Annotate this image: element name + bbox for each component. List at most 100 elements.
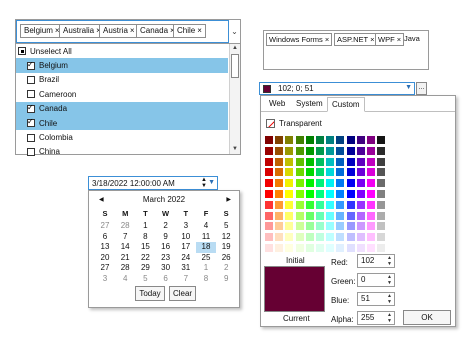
palette-swatch[interactable] [326, 233, 335, 242]
calendar-day[interactable]: 28 [115, 221, 135, 232]
palette-swatch[interactable] [265, 157, 273, 166]
tab-web[interactable]: Web [269, 99, 285, 108]
palette-swatch[interactable] [275, 200, 284, 209]
palette-swatch[interactable] [305, 146, 314, 155]
calendar-day[interactable]: 17 [176, 242, 196, 253]
palette-swatch[interactable] [285, 244, 294, 252]
palette-swatch[interactable] [336, 179, 345, 188]
palette-swatch[interactable] [326, 157, 335, 166]
palette-swatch[interactable] [377, 233, 386, 242]
palette-swatch[interactable] [356, 179, 365, 188]
palette-swatch[interactable] [295, 136, 304, 144]
calendar-day[interactable]: 4 [115, 274, 135, 285]
palette-swatch[interactable] [316, 244, 324, 252]
tag-chip[interactable]: Windows Forms × [266, 33, 333, 46]
tab-system[interactable]: System [296, 99, 323, 108]
palette-swatch[interactable] [326, 190, 335, 198]
palette-swatch[interactable] [356, 136, 365, 144]
palette-swatch[interactable] [336, 244, 345, 252]
palette-swatch[interactable] [346, 157, 355, 166]
palette-swatch[interactable] [377, 190, 386, 198]
calendar-day[interactable]: 13 [95, 242, 115, 253]
chip-belgium[interactable]: Belgium × [20, 24, 64, 38]
calendar-day[interactable]: 2 [156, 221, 176, 232]
list-item[interactable]: Cameroon [16, 87, 228, 101]
palette-swatch[interactable] [316, 179, 324, 188]
palette-swatch[interactable] [295, 190, 304, 198]
partial-checkbox-icon[interactable] [18, 47, 26, 56]
palette-swatch[interactable] [295, 233, 304, 242]
tag-chip[interactable]: WPF × [375, 33, 405, 46]
calendar-day[interactable]: 16 [156, 242, 176, 253]
palette-swatch[interactable] [285, 179, 294, 188]
palette-swatch[interactable] [326, 200, 335, 209]
calendar-day[interactable]: 3 [95, 274, 115, 285]
palette-swatch[interactable] [316, 146, 324, 155]
calendar-day[interactable]: 8 [196, 274, 216, 285]
palette-swatch[interactable] [346, 233, 355, 242]
palette-swatch[interactable] [356, 157, 365, 166]
palette-swatch[interactable] [275, 136, 284, 144]
palette-swatch[interactable] [377, 211, 386, 220]
palette-swatch[interactable] [326, 179, 335, 188]
chip-austria[interactable]: Austria × [99, 24, 139, 38]
chevron-down-icon[interactable]: ▼ [405, 84, 412, 91]
palette-swatch[interactable] [285, 157, 294, 166]
palette-swatch[interactable] [285, 222, 294, 231]
calendar-day[interactable]: 6 [156, 274, 176, 285]
calendar-day[interactable]: 3 [176, 221, 196, 232]
calendar-day[interactable]: 1 [135, 221, 155, 232]
list-item[interactable]: Brazil [16, 73, 228, 87]
palette-swatch[interactable] [377, 157, 386, 166]
palette-swatch[interactable] [346, 200, 355, 209]
month-title[interactable]: March 2022 [89, 195, 239, 207]
checkbox[interactable] [27, 90, 35, 99]
spin-arrows-icon[interactable]: ▲ ▼ [387, 312, 392, 324]
chevron-down-icon[interactable]: ▼ [208, 179, 215, 186]
palette-swatch[interactable] [275, 222, 284, 231]
palette-swatch[interactable] [377, 168, 386, 177]
calendar-day[interactable]: 5 [135, 274, 155, 285]
palette-swatch[interactable] [285, 168, 294, 177]
tag-text-input[interactable]: Java [404, 34, 420, 43]
palette-swatch[interactable] [316, 211, 324, 220]
calendar-day[interactable]: 9 [216, 274, 236, 285]
palette-swatch[interactable] [326, 168, 335, 177]
palette-swatch[interactable] [305, 233, 314, 242]
palette-swatch[interactable] [285, 200, 294, 209]
chevron-down-icon[interactable]: ⌄ [229, 20, 240, 43]
palette-swatch[interactable] [275, 157, 284, 166]
palette-swatch[interactable] [265, 136, 273, 144]
chip-australia[interactable]: Australia× [59, 24, 105, 38]
calendar-day[interactable]: 27 [95, 221, 115, 232]
palette-swatch[interactable] [265, 146, 273, 155]
palette-swatch[interactable] [367, 233, 375, 242]
calendar-day[interactable]: 2 [216, 263, 236, 274]
calendar-day[interactable]: 14 [115, 242, 135, 253]
date-value-text[interactable]: 3/18/2022 12:00:00 AM [92, 179, 175, 188]
palette-swatch[interactable] [305, 190, 314, 198]
next-month-icon[interactable]: ▶ [226, 196, 231, 203]
calendar-day[interactable]: 23 [156, 253, 176, 264]
palette-swatch[interactable] [336, 168, 345, 177]
chip-remove-icon[interactable]: × [325, 35, 329, 44]
palette-swatch[interactable] [356, 222, 365, 231]
palette-swatch[interactable] [265, 179, 273, 188]
palette-swatch[interactable] [336, 211, 345, 220]
palette-swatch[interactable] [346, 179, 355, 188]
palette-swatch[interactable] [265, 233, 273, 242]
calendar-day[interactable]: 4 [196, 221, 216, 232]
scroll-up-icon[interactable]: ▲ [230, 44, 240, 53]
palette-swatch[interactable] [275, 244, 284, 252]
palette-swatch[interactable] [367, 244, 375, 252]
calendar-day[interactable]: 1 [196, 263, 216, 274]
palette-swatch[interactable] [367, 190, 375, 198]
spin-arrows-icon[interactable]: ▲ ▼ [387, 255, 392, 267]
palette-swatch[interactable] [336, 200, 345, 209]
calendar-day[interactable]: 22 [135, 253, 155, 264]
chip-chile[interactable]: Chile × [173, 24, 206, 38]
transparent-option[interactable]: Transparent [266, 119, 322, 128]
palette-swatch[interactable] [356, 244, 365, 252]
spin-arrows-icon[interactable]: ▲ ▼ [387, 274, 392, 286]
checkbox[interactable] [27, 60, 35, 70]
